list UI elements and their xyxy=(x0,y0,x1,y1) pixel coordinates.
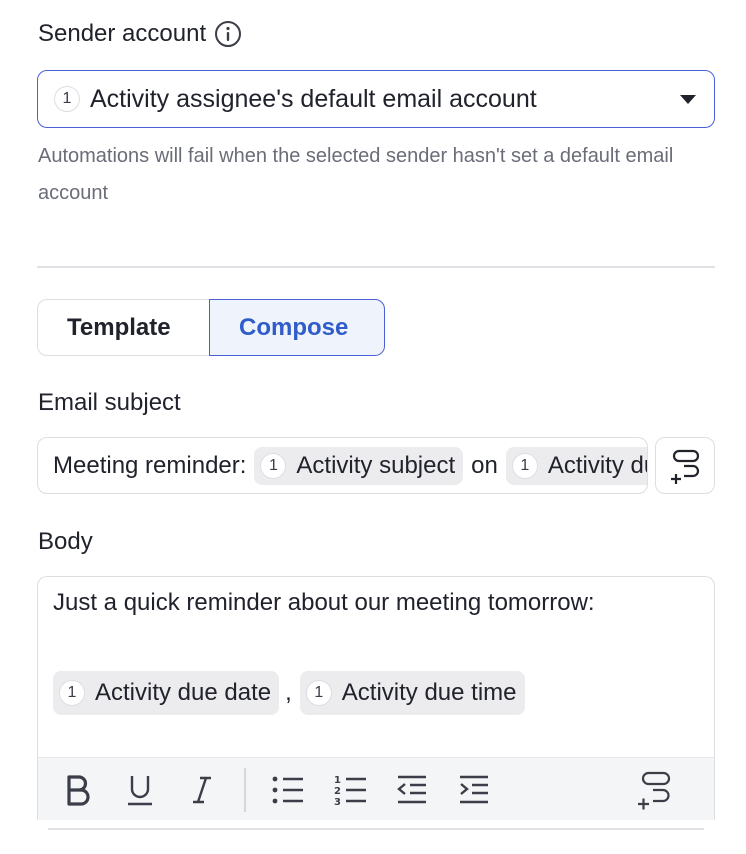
email-subject-input[interactable]: Meeting reminder: 1 Activity subject on … xyxy=(37,437,648,494)
mode-toggle: Template Compose xyxy=(37,299,385,356)
sender-account-label-text: Sender account xyxy=(38,20,207,47)
sender-account-label: Sender account xyxy=(38,20,242,48)
email-subject-label: Email subject xyxy=(38,389,181,416)
tab-compose[interactable]: Compose xyxy=(209,299,385,356)
body-editor[interactable]: Just a quick reminder about our meeting … xyxy=(37,576,715,820)
field-count-badge: 1 xyxy=(59,680,85,706)
chevron-down-icon xyxy=(680,94,696,104)
underline-button[interactable] xyxy=(120,770,160,810)
outdent-icon xyxy=(396,775,426,803)
svg-text:2: 2 xyxy=(334,786,341,797)
field-count-badge: 1 xyxy=(305,680,332,706)
bullet-list-button[interactable] xyxy=(268,770,308,810)
sender-account-value: Activity assignee's default email accoun… xyxy=(90,84,537,113)
numbered-list-icon: 1 2 3 xyxy=(334,775,366,807)
field-chip[interactable]: 1 Activity due time xyxy=(299,671,525,715)
field-chip[interactable]: 1 Activity subject xyxy=(254,446,464,485)
body-fields-line: 1 Activity due date , 1 Activity due tim… xyxy=(53,671,525,715)
formatting-toolbar: 1 2 3 xyxy=(38,757,714,820)
indent-icon xyxy=(459,775,488,803)
tab-template[interactable]: Template xyxy=(37,299,209,356)
underline-icon xyxy=(128,775,152,805)
italic-button[interactable] xyxy=(182,770,222,810)
subject-middle-text: on xyxy=(471,451,498,479)
subject-prefix-text: Meeting reminder: xyxy=(53,451,247,479)
field-chip-label: Activity due date xyxy=(95,679,272,706)
field-chip[interactable]: 1 Activity due date xyxy=(53,671,280,715)
body-text-line: Just a quick reminder about our meeting … xyxy=(53,589,595,616)
insert-field-icon xyxy=(671,449,700,484)
numbered-list-button[interactable]: 1 2 3 xyxy=(330,770,370,810)
field-count-badge: 1 xyxy=(54,86,80,112)
section-divider xyxy=(37,266,715,268)
insert-field-button[interactable] xyxy=(655,437,715,494)
bullet-list-icon xyxy=(272,776,303,803)
field-chip-label: Activity due date xyxy=(547,451,647,479)
toolbar-insert-field-button[interactable] xyxy=(634,770,674,810)
field-chip-label: Activity due time xyxy=(341,679,517,706)
toolbar-divider xyxy=(244,767,246,812)
indent-button[interactable] xyxy=(454,770,494,810)
separator-text: , xyxy=(285,679,292,706)
editor-bottom-border xyxy=(48,828,704,830)
bold-button[interactable] xyxy=(58,770,98,810)
field-count-badge: 1 xyxy=(260,452,287,479)
svg-text:3: 3 xyxy=(334,797,341,807)
field-count-badge: 1 xyxy=(511,452,538,479)
italic-icon xyxy=(193,776,211,803)
svg-text:1: 1 xyxy=(334,775,341,786)
field-chip[interactable]: 1 Activity due date xyxy=(505,446,647,485)
sender-account-select[interactable]: 1 Activity assignee's default email acco… xyxy=(37,70,715,128)
insert-field-icon xyxy=(638,771,671,810)
outdent-button[interactable] xyxy=(392,770,432,810)
sender-helper-text: Automations will fail when the selected … xyxy=(38,145,674,204)
info-icon[interactable] xyxy=(214,20,242,48)
body-label: Body xyxy=(38,528,93,555)
field-chip-label: Activity subject xyxy=(296,451,456,479)
bold-icon xyxy=(67,774,90,806)
